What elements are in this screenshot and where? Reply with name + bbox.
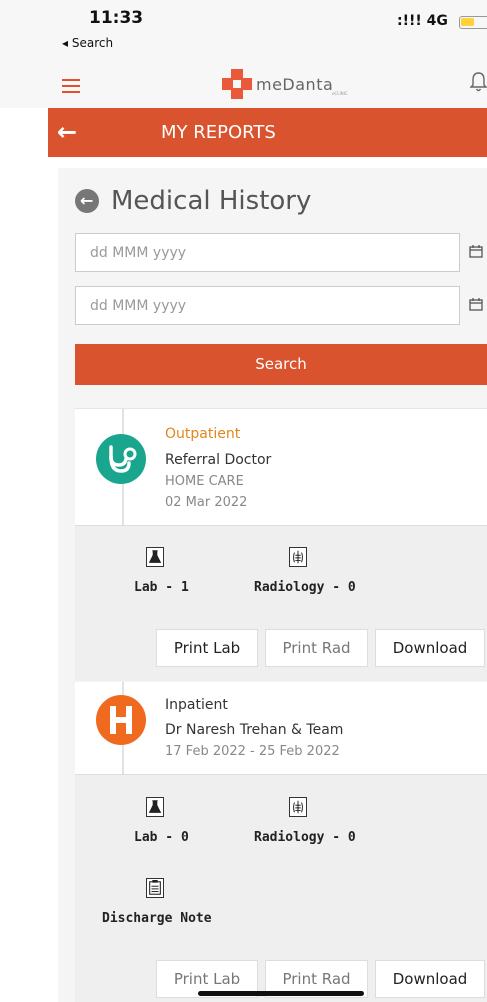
to-date-field[interactable] (75, 286, 487, 325)
battery-icon (459, 16, 487, 29)
from-date-input[interactable] (76, 234, 456, 271)
logo-subtext: eCLINIC (332, 91, 348, 96)
from-calendar-button[interactable] (459, 233, 487, 272)
calendar-icon (469, 298, 483, 311)
back-arrow-icon[interactable]: ← (57, 118, 77, 146)
record-department: HOME CARE (165, 474, 244, 489)
record-doctor: Dr Naresh Trehan & Team (165, 722, 344, 738)
status-time: 11:33 (89, 8, 144, 28)
stethoscope-icon (96, 434, 146, 484)
menu-icon[interactable] (62, 79, 80, 93)
lab-count: Lab - 1 (134, 580, 189, 595)
back-to-search-link[interactable]: ◂ Search (62, 36, 113, 50)
logo-cross-icon (222, 69, 252, 99)
record-type: Inpatient (165, 697, 228, 713)
radiology-xray-icon[interactable] (289, 797, 307, 817)
home-indicator[interactable] (198, 991, 364, 996)
to-calendar-button[interactable] (459, 286, 487, 325)
print-lab-button[interactable]: Print Lab (156, 629, 258, 667)
app-header: meDanta eCLINIC (0, 56, 487, 108)
record-type: Outpatient (165, 426, 241, 442)
back-circle-icon[interactable]: ← (75, 189, 99, 213)
hospital-h-icon (96, 695, 146, 745)
download-button[interactable]: Download (375, 629, 485, 667)
medical-history-header: ← Medical History (75, 186, 311, 216)
print-rad-button[interactable]: Print Rad (265, 629, 368, 667)
radiology-count: Radiology - 0 (254, 830, 356, 845)
record-date: 02 Mar 2022 (165, 495, 248, 510)
record-doctor: Referral Doctor (165, 452, 272, 468)
download-button[interactable]: Download (375, 960, 485, 998)
status-bar: 11:33 ◂ Search :!!! 4G (0, 0, 487, 56)
lab-count: Lab - 0 (134, 830, 189, 845)
medanta-logo: meDanta eCLINIC (222, 69, 348, 99)
medical-history-title: Medical History (111, 186, 312, 216)
discharge-note-label: Discharge Note (102, 911, 212, 926)
bell-icon[interactable] (470, 71, 487, 93)
page-title: MY REPORTS (161, 122, 276, 143)
radiology-xray-icon[interactable] (289, 547, 307, 567)
discharge-note-icon[interactable] (146, 878, 164, 898)
lab-flask-icon[interactable] (146, 547, 164, 567)
radiology-count: Radiology - 0 (254, 580, 356, 595)
search-button[interactable]: Search (75, 344, 487, 385)
signal-indicator: :!!! 4G (397, 13, 448, 29)
calendar-icon (469, 245, 483, 258)
lab-flask-icon[interactable] (146, 797, 164, 817)
logo-text: meDanta (256, 74, 334, 94)
reports-title-bar: ← MY REPORTS (48, 108, 487, 157)
to-date-input[interactable] (76, 287, 456, 324)
record-date: 17 Feb 2022 - 25 Feb 2022 (165, 744, 340, 759)
from-date-field[interactable] (75, 233, 487, 272)
